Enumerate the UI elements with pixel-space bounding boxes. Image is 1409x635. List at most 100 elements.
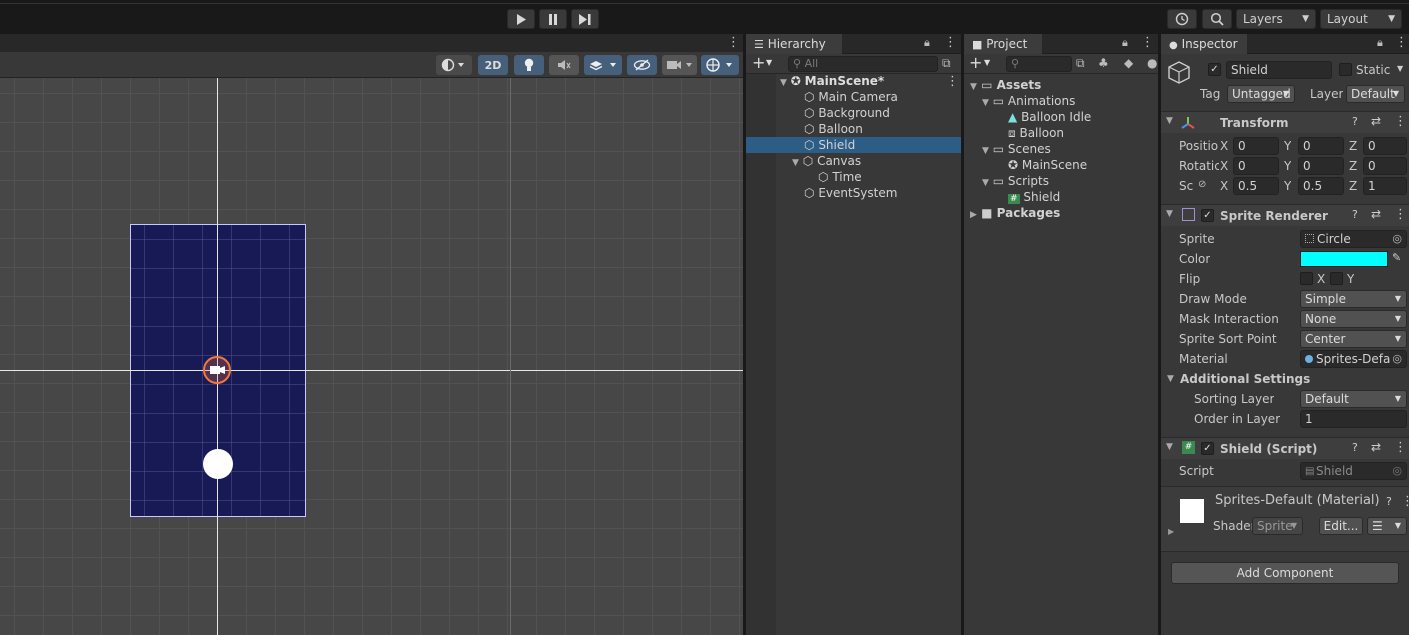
hierarchy-item-balloon[interactable]: ⬡ Balloon [804,121,863,137]
project-search-input[interactable]: ⚲ [1006,56,1072,72]
color-swatch[interactable] [1300,251,1388,267]
preset-sliders-icon[interactable]: ⇄ [1371,440,1381,454]
kebab-menu-icon[interactable]: ⋮ [1394,440,1407,455]
object-picker-icon[interactable]: ◎ [1392,231,1402,247]
search-filter-icon[interactable]: ⧉ [1076,56,1085,71]
scale-y-field[interactable]: 0.5 [1298,177,1344,195]
add-icon[interactable]: + [969,54,982,72]
camera-dropdown[interactable] [662,55,697,75]
hierarchy-item-shield[interactable]: ⬡ Shield [746,137,961,153]
hierarchy-item-time[interactable]: ⬡ Time [818,169,862,185]
flip-x-checkbox[interactable] [1300,272,1313,285]
flip-y-checkbox[interactable] [1330,272,1343,285]
play-button[interactable] [507,9,535,29]
help-icon[interactable]: ? [1352,208,1358,221]
project-folder-packages[interactable]: ▶ ■ Packages [970,205,1060,221]
scale-z-field[interactable]: 1 [1363,177,1407,195]
hierarchy-item-main-camera[interactable]: ⬡ Main Camera [804,89,898,105]
layout-dropdown[interactable]: Layout ▼ [1320,9,1402,29]
project-folder-animations[interactable]: ▼ ▭ Animations [982,93,1075,109]
project-item-balloon-controller[interactable]: ⧈ Balloon [1008,125,1064,141]
step-button[interactable] [571,9,599,29]
chevron-down-icon[interactable]: ▼ [984,58,990,67]
add-icon[interactable]: + [752,54,765,72]
shader-dropdown[interactable]: Sprite ▼ [1252,517,1303,535]
hierarchy-item-eventsystem[interactable]: ⬡ EventSystem [804,185,897,201]
material-object-field[interactable]: Sprites-Defa ◎ [1300,350,1407,368]
object-picker-icon[interactable]: ◎ [1392,351,1402,367]
project-item-balloon-idle[interactable]: ▲ Balloon Idle [1008,109,1091,125]
mask-interaction-dropdown[interactable]: None ▼ [1300,310,1407,328]
scale-x-field[interactable]: 0.5 [1233,177,1279,195]
kebab-menu-icon[interactable]: ⋮ [944,35,957,50]
layer-dropdown[interactable]: Default ▼ [1346,85,1405,103]
project-folder-scenes[interactable]: ▼ ▭ Scenes [982,141,1051,157]
position-x-field[interactable]: 0 [1233,137,1279,155]
chevron-down-icon[interactable]: ▼ [1397,64,1403,73]
shader-options-dropdown[interactable]: ☰ ▼ [1367,517,1407,535]
preset-sliders-icon[interactable]: ⇄ [1371,114,1381,128]
layers-dropdown[interactable]: Layers ▼ [1236,9,1316,29]
draw-mode-dropdown[interactable]: Simple ▼ [1300,290,1407,308]
add-component-button[interactable]: Add Component [1171,562,1399,584]
search-button[interactable] [1202,9,1232,29]
shield-sprite[interactable] [203,449,233,479]
chevron-down-icon[interactable]: ▼ [766,58,772,67]
shield-script-header[interactable]: ▼ # ✓ Shield (Script) ? ⇄ ⋮ [1161,437,1409,459]
link-constrain-icon[interactable]: ⊘ [1198,179,1206,190]
kebab-menu-icon[interactable]: ⋮ [1141,35,1154,50]
tab-project[interactable]: ■ Project [964,34,1042,54]
main-camera-gizmo[interactable] [203,356,231,384]
kebab-menu-icon[interactable]: ⋮ [946,74,959,89]
shading-mode-dropdown[interactable] [436,55,472,75]
position-z-field[interactable]: 0 [1363,137,1407,155]
lock-icon[interactable]: 🔒︎ [924,36,930,50]
preset-sliders-icon[interactable]: ⇄ [1371,207,1381,221]
kebab-menu-icon[interactable]: ⋮ [727,35,740,50]
scene-viewport[interactable] [0,78,743,635]
filter-type-icon[interactable]: ♣ [1098,56,1109,70]
kebab-menu-icon[interactable]: ⋮ [1395,35,1408,50]
rotation-x-field[interactable]: 0 [1233,157,1279,175]
pause-button[interactable] [539,9,567,29]
static-checkbox[interactable] [1339,63,1352,76]
tab-hierarchy[interactable]: ☰ Hierarchy [746,34,842,54]
object-name-field[interactable]: Shield [1226,61,1332,79]
hierarchy-search-input[interactable]: ⚲ All [788,56,938,72]
active-checkbox[interactable]: ✓ [1208,63,1221,76]
audio-toggle-button[interactable] [549,55,579,75]
kebab-menu-icon[interactable]: ⋮ [1394,207,1407,222]
sprite-renderer-enabled-checkbox[interactable]: ✓ [1201,209,1214,222]
gizmos-dropdown[interactable] [701,55,739,75]
sprite-renderer-header[interactable]: ▼ ✓ Sprite Renderer ? ⇄ ⋮ [1161,204,1409,226]
eyedropper-icon[interactable]: ✎ [1392,251,1401,264]
lock-icon[interactable]: 🔒︎ [1122,36,1128,50]
sorting-layer-dropdown[interactable]: Default ▼ [1300,390,1407,408]
script-enabled-checkbox[interactable]: ✓ [1201,442,1214,455]
lighting-toggle-button[interactable] [514,55,544,75]
help-icon[interactable]: ? [1352,115,1358,128]
hidden-objects-toggle[interactable] [627,55,657,75]
transform-header[interactable]: ▼ Transform ? ⇄ ⋮ [1161,111,1409,133]
search-filter-icon[interactable]: ⧉ [942,56,951,71]
hierarchy-item-canvas[interactable]: ▼ ⬡ Canvas [792,153,861,169]
chevron-down-icon[interactable]: ▼ [1167,374,1174,384]
project-folder-scripts[interactable]: ▼ ▭ Scripts [982,173,1049,189]
tab-inspector[interactable]: ● Inspector [1161,34,1247,54]
project-item-mainscene[interactable]: ✪ MainScene [1008,157,1087,173]
help-icon[interactable]: ? [1352,441,1358,454]
history-button[interactable] [1167,9,1197,29]
project-item-shield-script[interactable]: # Shield [1008,189,1060,205]
rotation-z-field[interactable]: 0 [1363,157,1407,175]
sprite-sort-point-dropdown[interactable]: Center ▼ [1300,330,1407,348]
position-y-field[interactable]: 0 [1298,137,1344,155]
label-tag-icon[interactable]: ◆ [1124,56,1133,70]
scene-root-row[interactable]: ▼ ✪ MainScene* [780,73,884,89]
lock-icon[interactable]: 🔒︎ [1377,36,1383,50]
2d-toggle-button[interactable]: 2D [478,55,508,75]
project-folder-assets[interactable]: ▼ ▭ Assets [970,77,1041,93]
effects-dropdown[interactable] [584,55,622,75]
edit-shader-button[interactable]: Edit... [1319,517,1363,535]
help-icon[interactable]: ? [1386,495,1392,508]
order-in-layer-field[interactable]: 1 [1300,410,1407,428]
